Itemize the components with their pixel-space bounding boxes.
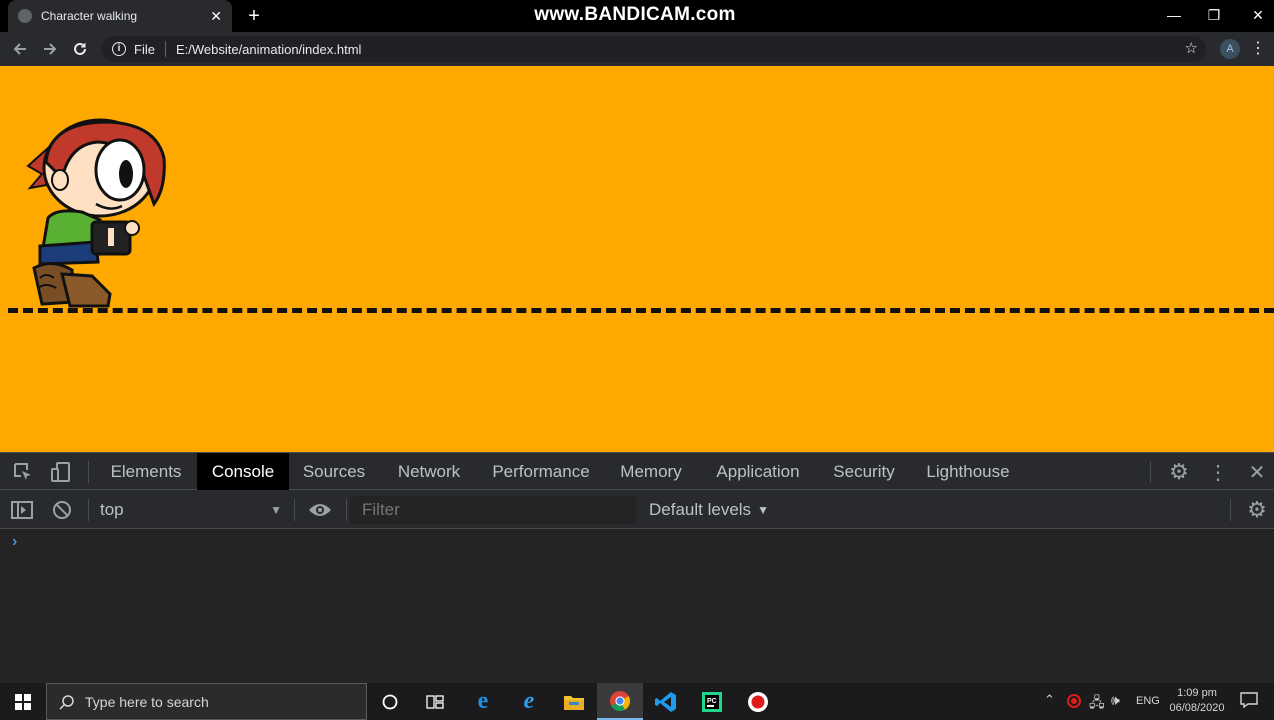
ground-line [8,308,1274,313]
clock-time: 1:09 pm [1177,687,1217,699]
address-bar[interactable]: i File E:/Website/animation/index.html ☆ [102,36,1206,62]
console-settings-icon[interactable]: ⚙ [1244,497,1270,522]
taskbar-clock[interactable]: 1:09 pm 06/08/2020 [1164,686,1230,716]
arrow-right-icon [44,43,57,55]
maximize-button[interactable]: ❐ [1192,0,1236,30]
taskbar-search[interactable]: Type here to search [46,683,367,720]
devtools-settings-icon[interactable]: ⚙ [1166,459,1192,484]
console-divider [294,499,295,521]
taskbar-app-file-explorer[interactable] [551,683,597,720]
caret-down-icon: ▼ [270,503,282,517]
new-tab-button[interactable]: + [244,4,264,28]
back-button[interactable] [8,37,32,61]
device-icon [51,462,70,482]
search-placeholder: Type here to search [85,693,209,710]
start-button[interactable] [0,683,46,720]
cortana-icon [382,694,398,709]
log-levels-dropdown[interactable]: Default levels ▼ [649,499,779,521]
close-window-button[interactable]: ✕ [1236,0,1274,30]
console-divider [346,499,347,521]
pycharm-icon: PC [702,691,722,712]
taskbar-app-vscode[interactable] [643,683,689,720]
console-divider [1230,499,1231,521]
page-viewport [0,66,1274,452]
tab-memory[interactable]: Memory [606,453,696,490]
profile-avatar[interactable]: A [1220,39,1240,59]
notification-icon [1240,692,1258,709]
chrome-icon [610,690,631,711]
taskbar-app-bandicam[interactable] [735,683,781,720]
clock-date: 06/08/2020 [1169,702,1225,714]
taskbar-app-chrome[interactable] [597,683,643,720]
inspect-element-button[interactable] [10,460,36,484]
tab-sources[interactable]: Sources [290,453,378,490]
tab-security[interactable]: Security [820,453,908,490]
vscode-icon [655,691,676,712]
console-prompt[interactable]: › [12,533,17,551]
taskbar-app-edge[interactable]: e [460,683,506,720]
tab-console[interactable]: Console [197,453,289,490]
device-toolbar-button[interactable] [48,460,74,484]
show-sidebar-button[interactable] [10,498,34,522]
globe-icon [18,9,32,23]
svg-text:PC: PC [707,698,717,705]
tab-network[interactable]: Network [382,453,476,490]
action-center-icon[interactable] [1240,692,1258,709]
tab-performance[interactable]: Performance [480,453,602,490]
tab-title: Character walking [41,9,138,23]
tab-lighthouse[interactable]: Lighthouse [912,453,1024,490]
devtools-divider [1150,461,1151,483]
arrow-left-icon [13,43,26,55]
internet-explorer-icon: e [523,688,535,714]
devtools-close-icon[interactable]: ✕ [1246,460,1268,484]
devtools-divider [88,461,89,483]
log-levels-value: Default levels [649,500,752,519]
block-icon [53,501,71,519]
context-selector[interactable]: top ▼ [100,499,284,521]
reload-icon [74,42,86,55]
url-text[interactable]: E:/Website/animation/index.html [176,42,361,57]
sidebar-toggle-icon [11,501,33,519]
minimize-button[interactable]: — [1152,0,1196,30]
caret-down-icon: ▼ [757,503,769,517]
tray-record-icon[interactable] [1067,694,1081,708]
taskbar-app-cortana[interactable] [367,683,413,720]
task-view-icon [426,694,444,709]
record-icon [748,691,768,712]
console-divider [88,499,89,521]
star-icon[interactable]: ☆ [1185,39,1198,57]
taskbar-app-pycharm[interactable]: PC [689,683,735,720]
address-divider [164,41,166,57]
folder-icon [564,695,584,710]
taskbar-app-internet-explorer[interactable]: e [506,683,552,720]
network-icon[interactable]: 🖧 [1089,692,1105,716]
tab-application[interactable]: Application [700,453,816,490]
clear-console-button[interactable] [50,498,74,522]
volume-icon[interactable]: 🕪 [1111,692,1120,709]
scheme-label: File [134,41,155,57]
eye-icon [309,504,331,516]
devtools-menu-icon[interactable]: ⋮ [1208,460,1228,484]
language-indicator[interactable]: ENG [1136,695,1160,707]
tray-overflow-icon[interactable]: ⌃ [1044,692,1055,708]
bandicam-watermark: www.BANDICAM.com [534,4,736,25]
context-selector-value: top [100,500,124,519]
forward-button[interactable] [38,37,62,61]
search-icon [59,694,74,710]
walking-character-sprite [26,118,166,308]
console-output[interactable] [0,530,1274,683]
tab-elements[interactable]: Elements [98,453,194,490]
browser-menu-icon[interactable]: ⋮ [1250,37,1266,61]
filter-input[interactable] [350,496,636,524]
info-icon[interactable]: i [112,42,126,56]
browser-tab[interactable]: Character walking ✕ [8,0,232,32]
live-expression-button[interactable] [306,498,334,522]
windows-logo-icon [15,693,31,710]
edge-icon: e [477,688,489,714]
reload-button[interactable] [68,37,92,61]
tab-close-icon[interactable]: ✕ [210,8,222,25]
taskbar-app-task-view[interactable] [412,683,458,720]
inspect-cursor-icon [14,463,31,480]
